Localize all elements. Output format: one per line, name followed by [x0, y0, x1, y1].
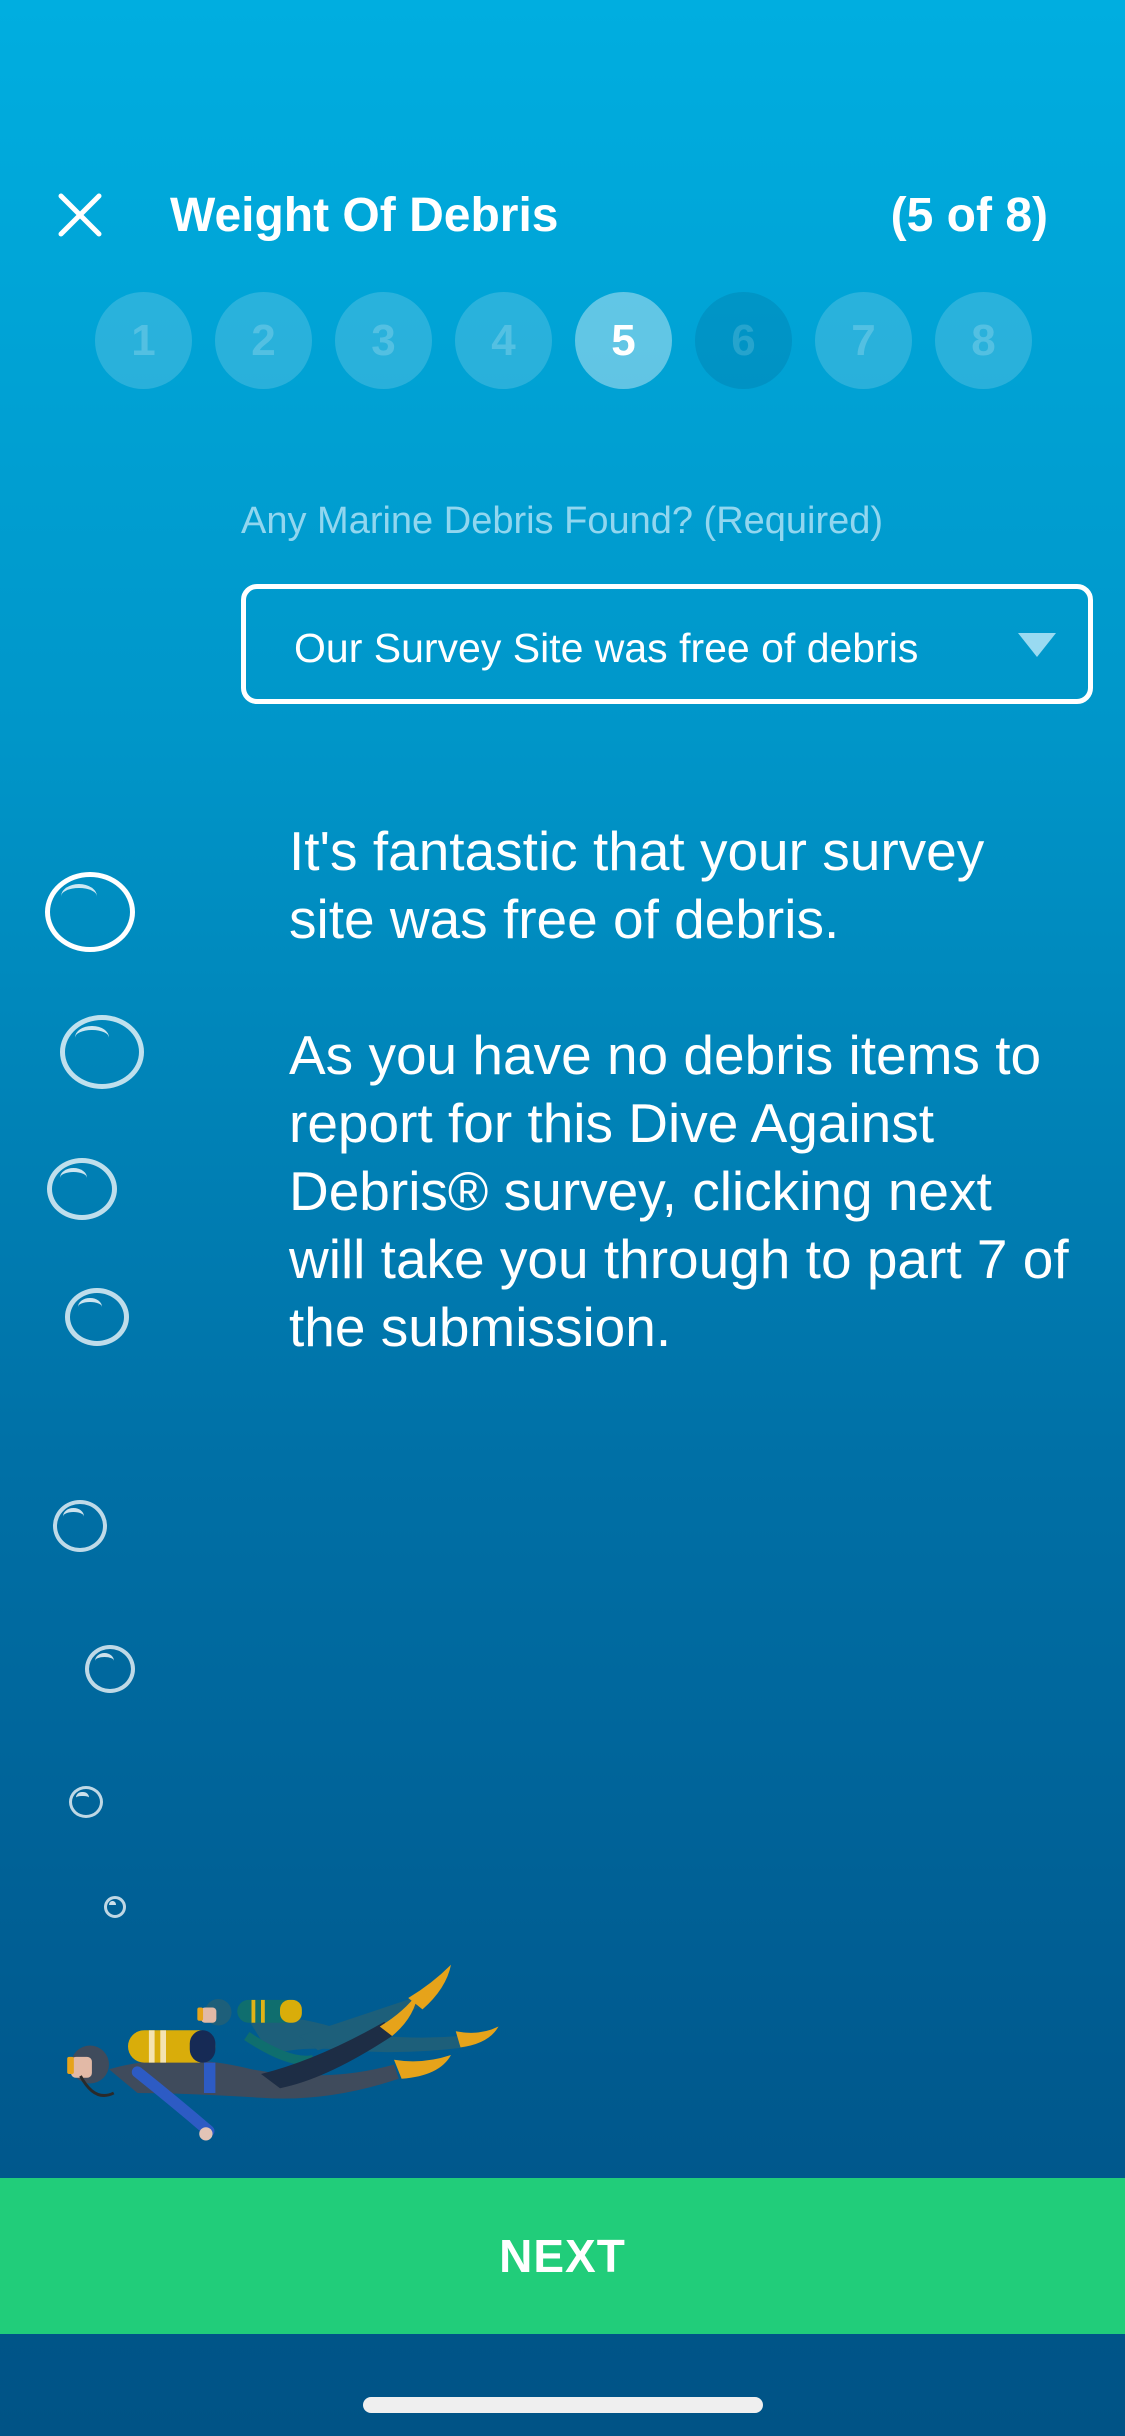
bubble-icon — [47, 1158, 117, 1220]
bubble-icon — [60, 1015, 144, 1089]
step-3[interactable]: 3 — [335, 292, 432, 389]
dropdown-selected-value: Our Survey Site was free of debris — [294, 625, 919, 671]
message-paragraph-1: It's fantastic that your survey site was… — [289, 820, 985, 950]
header: Weight Of Debris (5 of 8) — [0, 170, 1125, 260]
debris-found-dropdown[interactable]: Our Survey Site was free of debris — [241, 584, 1093, 704]
bubble-icon — [65, 1288, 129, 1346]
triangle-down-icon — [1018, 633, 1056, 657]
bubble-icon — [104, 1896, 126, 1918]
close-button[interactable] — [55, 190, 115, 240]
step-indicator: 1 2 3 4 5 6 7 8 — [95, 292, 1032, 389]
bubble-icon — [53, 1500, 107, 1552]
step-7[interactable]: 7 — [815, 292, 912, 389]
step-counter: (5 of 8) — [890, 189, 1048, 242]
bubble-icon — [69, 1786, 103, 1818]
next-button-label: NEXT — [499, 2230, 626, 2282]
step-4[interactable]: 4 — [455, 292, 552, 389]
step-5-current[interactable]: 5 — [575, 292, 672, 389]
home-indicator[interactable] — [363, 2397, 763, 2413]
page-title: Weight Of Debris — [170, 189, 559, 242]
scuba-divers-illustration — [67, 1964, 499, 2141]
step-1[interactable]: 1 — [95, 292, 192, 389]
info-message: It's fantastic that your survey site was… — [289, 817, 1079, 1429]
step-6[interactable]: 6 — [695, 292, 792, 389]
message-paragraph-2: As you have no debris items to report fo… — [289, 1024, 1069, 1358]
next-button[interactable]: NEXT — [0, 2178, 1125, 2334]
bubble-icon — [45, 872, 135, 952]
close-icon — [58, 193, 102, 237]
step-8[interactable]: 8 — [935, 292, 1032, 389]
step-2[interactable]: 2 — [215, 292, 312, 389]
debris-found-label: Any Marine Debris Found? (Required) — [241, 500, 884, 542]
bubble-icon — [85, 1645, 135, 1693]
